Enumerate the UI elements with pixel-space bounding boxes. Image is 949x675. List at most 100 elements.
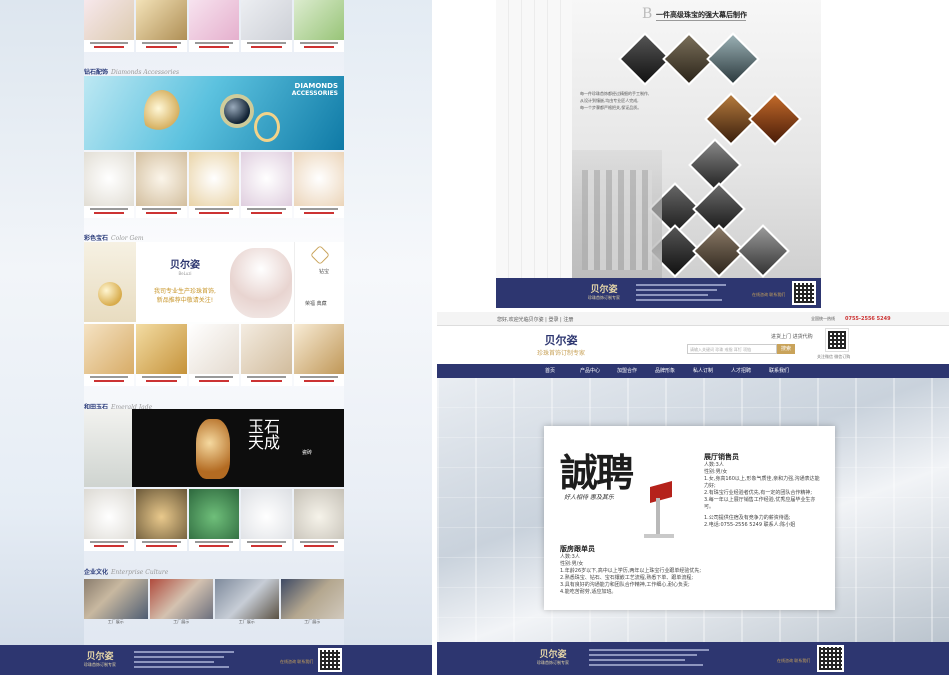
process-body-line: 每一个步骤都严格把关,保证品质。 bbox=[580, 105, 642, 110]
product-thumb[interactable] bbox=[188, 0, 240, 52]
search-button[interactable]: 搜索 bbox=[777, 344, 795, 354]
culture-caption: 工厂展示 bbox=[238, 619, 255, 624]
product-thumb[interactable] bbox=[293, 324, 344, 386]
product-thumb[interactable] bbox=[136, 152, 187, 218]
footer-brand: 贝尔姿 bbox=[539, 650, 567, 660]
footer-logo: 贝尔姿 珍珠首饰订制专家 bbox=[588, 282, 620, 301]
product-caption bbox=[241, 40, 292, 52]
search-input[interactable]: 请输入关键词 珍珠 戒指 耳钉 项链 bbox=[687, 344, 777, 354]
product-thumb[interactable] bbox=[136, 324, 187, 386]
product-thumb[interactable] bbox=[84, 0, 135, 52]
culture-photo[interactable]: 工厂展示 bbox=[215, 579, 279, 625]
background-grid bbox=[496, 0, 572, 278]
nav-item-franchise[interactable]: 加盟合作 bbox=[617, 367, 637, 374]
product-thumb[interactable] bbox=[84, 152, 135, 218]
process-body-line: 每一件珍珠首饰都经过精细的手工制作, bbox=[580, 91, 650, 96]
footer-link[interactable]: 在线咨询 联系我们 bbox=[777, 658, 810, 664]
footer-logo: 贝尔姿 珍珠首饰订制专家 bbox=[537, 647, 569, 666]
nav-item-brand[interactable]: 品牌形象 bbox=[655, 367, 675, 374]
product-caption bbox=[136, 206, 187, 218]
product-thumb[interactable] bbox=[84, 489, 135, 551]
black-pearl-image bbox=[224, 98, 250, 124]
product-thumb[interactable] bbox=[241, 152, 292, 218]
site-logo[interactable]: 贝尔姿 珍珠首饰订制专家 bbox=[537, 332, 585, 357]
banner-color-gem[interactable]: 贝尔姿 BeLuzi 我司专业生产珍珠首饰, 新品推荐中敬请关注! 钻宝 荣福 … bbox=[84, 242, 344, 322]
product-caption bbox=[84, 206, 135, 218]
product-thumb[interactable] bbox=[84, 324, 135, 386]
product-thumb[interactable] bbox=[136, 489, 187, 551]
qr-caption: 关注微信 微信订购 bbox=[817, 354, 851, 359]
job-line: 人数:3人 bbox=[560, 554, 580, 560]
hotline-label: 全国统一热线 bbox=[811, 316, 835, 321]
step-image bbox=[688, 138, 742, 192]
banner-jade[interactable]: 玉石天成 瓷砖 bbox=[84, 409, 344, 487]
job-line: 2.有珠宝行业经验者优先,有一定的团队合作精神; bbox=[704, 490, 813, 496]
culture-photo[interactable]: 工厂展示 bbox=[280, 579, 344, 625]
footer-tagline: 珍珠首饰订制专家 bbox=[84, 662, 116, 667]
qr-code-icon bbox=[318, 648, 342, 672]
section-title-text: 钻石配饰 bbox=[84, 69, 109, 76]
side-label: 钻宝 bbox=[319, 269, 330, 275]
footer-brand: 贝尔姿 bbox=[86, 652, 114, 662]
product-grid-jade bbox=[84, 489, 344, 551]
store-link[interactable]: 进货上门 进货代购 bbox=[771, 333, 813, 340]
shell-image bbox=[230, 248, 292, 318]
job-note: 2.电话:0755-2556 5249 联系人:陈小姐 bbox=[704, 522, 796, 528]
section-title-text: 企业文化 bbox=[84, 569, 109, 576]
section-subtitle-text: Diamonds Accessories bbox=[111, 69, 180, 76]
job-line: 3.每一年以上展厅销售工作经验,优秀应届毕业生亦可。 bbox=[704, 497, 816, 510]
culture-photo[interactable]: 工厂展示 bbox=[84, 579, 148, 625]
product-caption bbox=[241, 539, 292, 551]
product-caption bbox=[241, 374, 292, 386]
footer-link[interactable]: 在线咨询 联系我们 bbox=[752, 292, 785, 298]
section-subtitle-text: Enterprise Culture bbox=[111, 569, 169, 576]
jade-statue-image bbox=[84, 409, 132, 487]
jade-calligraphy: 玉石天成 bbox=[248, 417, 281, 452]
footer-left: 贝尔姿 珍珠首饰订制专家 在线咨询 联系我们 bbox=[0, 645, 432, 675]
product-thumb[interactable] bbox=[188, 489, 240, 551]
culture-photo[interactable]: 工厂展示 bbox=[149, 579, 213, 625]
job-line: 1.年龄26岁以下,高中以上学历,两年以上珠宝行业跟单经验优先; bbox=[560, 568, 701, 574]
product-thumb[interactable] bbox=[293, 0, 344, 52]
job-line: 性别:男/女 bbox=[704, 469, 728, 475]
banner-diamonds-text: DIAMONDS ACCESSORIES bbox=[292, 82, 338, 97]
footer-right-bottom: 贝尔姿 珍珠首饰订制专家 在线咨询 联系我们 bbox=[437, 642, 949, 675]
slogan-line: 我司专业生产珍珠首饰, bbox=[154, 288, 216, 295]
building-image bbox=[572, 150, 662, 278]
product-caption bbox=[84, 374, 135, 386]
culture-caption: 工厂展示 bbox=[107, 619, 124, 624]
brand-logo-en: BeLuzi bbox=[178, 271, 192, 276]
color-banner-text: 贝尔姿 BeLuzi 我司专业生产珍珠首饰, 新品推荐中敬请关注! bbox=[140, 256, 230, 304]
product-thumb[interactable] bbox=[241, 0, 292, 52]
footer-link[interactable]: 在线咨询 联系我们 bbox=[280, 659, 313, 665]
product-thumb[interactable] bbox=[293, 152, 344, 218]
job-line: 4.能吃苦耐劳,适应加班。 bbox=[560, 589, 617, 595]
product-thumb[interactable] bbox=[188, 324, 240, 386]
product-caption bbox=[293, 206, 344, 218]
nav-item-custom[interactable]: 私人订制 bbox=[693, 367, 713, 374]
nav-item-products[interactable]: 产品中心 bbox=[580, 367, 600, 374]
product-caption bbox=[188, 374, 240, 386]
right-top-screenshot: B 一件高级珠宝的强大幕后制作 每一件珍珠首饰都经过精细的手工制作, 从设计到镶… bbox=[496, 0, 821, 308]
job-title: 展厅销售员 bbox=[704, 453, 739, 461]
jade-banner-sub: 瓷砖 bbox=[302, 450, 313, 456]
background-sky-right bbox=[344, 0, 432, 675]
background-sky-left bbox=[0, 0, 84, 675]
product-grid-top bbox=[84, 0, 344, 52]
product-thumb[interactable] bbox=[188, 152, 240, 218]
banner-diamonds[interactable]: DIAMONDS ACCESSORIES bbox=[84, 76, 344, 150]
nav-item-careers[interactable]: 人才招聘 bbox=[731, 367, 751, 374]
necklace-image bbox=[84, 242, 136, 322]
heading-letter: B bbox=[642, 6, 653, 22]
nav-item-home[interactable]: 首页 bbox=[545, 367, 555, 374]
process-body-line: 从设计到镶嵌,均由专业匠人完成, bbox=[580, 98, 639, 103]
heart-pendant-icon bbox=[310, 245, 330, 265]
nav-item-contact[interactable]: 联系我们 bbox=[769, 367, 789, 374]
product-thumb[interactable] bbox=[241, 489, 292, 551]
job-line: 1.女,身高160以上,形象气质佳,亲和力强,沟通表达能力好; bbox=[704, 476, 820, 489]
product-thumb[interactable] bbox=[293, 489, 344, 551]
product-thumb[interactable] bbox=[241, 324, 292, 386]
footer-brand: 贝尔姿 bbox=[590, 285, 618, 295]
footer-info-lines bbox=[134, 651, 234, 668]
product-thumb[interactable] bbox=[136, 0, 187, 52]
